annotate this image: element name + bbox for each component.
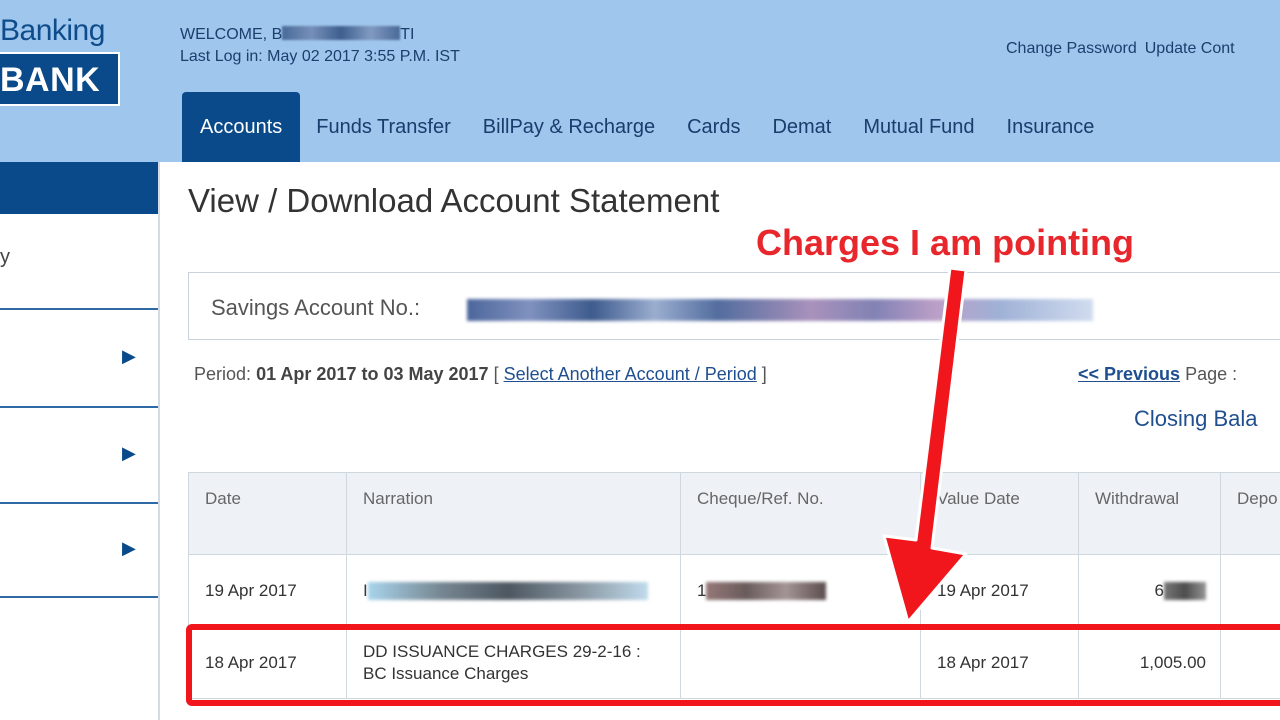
tab-billpay-recharge[interactable]: BillPay & Recharge [467, 92, 671, 162]
masked-account-number [467, 299, 1093, 321]
col-value-date: Value Date [920, 472, 1079, 555]
tab-demat[interactable]: Demat [756, 92, 847, 162]
cell-deposit [1220, 554, 1280, 627]
sidebar-divider [158, 162, 160, 720]
withdrawal-prefix: 6 [1154, 580, 1164, 600]
masked-cheque [706, 582, 827, 601]
highlight-box [186, 624, 1280, 706]
tab-funds-transfer[interactable]: Funds Transfer [300, 92, 467, 162]
cheque-prefix: 1 [697, 580, 707, 600]
welcome-block: WELCOME, B TI Last Log in: May 02 2017 3:… [180, 24, 460, 68]
table-header-row: Date Narration Cheque/Ref. No. Value Dat… [188, 472, 1280, 555]
page-label: Page : [1185, 364, 1238, 384]
period-value: 01 Apr 2017 to 03 May 2017 [256, 364, 489, 384]
period-line: Period: 01 Apr 2017 to 03 May 2017 [ Sel… [194, 364, 767, 385]
pagination: << Previous Page : [1078, 364, 1237, 385]
welcome-prefix: WELCOME, B [180, 26, 283, 43]
select-another-account-link[interactable]: Select Another Account / Period [504, 364, 757, 384]
top-links: Change Password Update Cont [1006, 40, 1243, 58]
col-cheque-ref: Cheque/Ref. No. [680, 472, 921, 555]
main-nav: Accounts Funds Transfer BillPay & Rechar… [182, 92, 1110, 162]
update-contact-link[interactable]: Update Cont [1145, 40, 1235, 57]
account-select-box[interactable]: Savings Account No.: [188, 272, 1280, 340]
masked-username [282, 26, 401, 40]
welcome-suffix: TI [400, 26, 415, 43]
tab-accounts[interactable]: Accounts [182, 92, 301, 162]
col-narration: Narration [346, 472, 681, 555]
account-label: Savings Account No.: [211, 295, 421, 320]
expand-arrow-icon[interactable]: ▶ [122, 443, 136, 464]
bracket-open: [ [493, 364, 499, 384]
masked-narration [367, 582, 648, 601]
cell-cheque: 1 [680, 554, 921, 627]
bracket-close: ] [761, 364, 767, 384]
last-login: Last Log in: May 02 2017 3:55 P.M. IST [180, 48, 460, 65]
sidebar-item[interactable] [0, 214, 158, 310]
col-withdrawal: Withdrawal [1078, 472, 1221, 555]
page-title: View / Download Account Statement [188, 182, 720, 219]
tab-cards[interactable]: Cards [671, 92, 756, 162]
annotation-label: Charges I am pointing [756, 222, 1135, 263]
cell-narration: I [346, 554, 681, 627]
welcome-line: WELCOME, B TI [180, 24, 460, 46]
expand-arrow-icon[interactable]: ▶ [122, 538, 136, 559]
closing-balance-label: Closing Bala [1134, 406, 1258, 431]
previous-page-link[interactable]: << Previous [1078, 364, 1180, 384]
bank-logo-text: BANK [0, 61, 101, 99]
table-row: 19 Apr 2017 I 1 19 Apr 2017 6 [188, 554, 1280, 627]
brand-name: Banking [0, 14, 105, 47]
masked-withdrawal [1164, 582, 1206, 601]
header-bar: Banking BANK WELCOME, B TI Last Log in: M… [0, 0, 1280, 162]
col-deposit: Depo [1220, 472, 1280, 555]
cell-withdrawal: 6 [1078, 554, 1221, 627]
tab-insurance[interactable]: Insurance [991, 92, 1111, 162]
sidebar-header [0, 162, 158, 214]
cell-date: 19 Apr 2017 [188, 554, 347, 627]
col-date: Date [188, 472, 347, 555]
tab-mutual-fund[interactable]: Mutual Fund [847, 92, 990, 162]
expand-arrow-icon[interactable]: ▶ [122, 346, 136, 367]
period-label: Period: [194, 364, 252, 384]
cell-value-date: 19 Apr 2017 [920, 554, 1079, 627]
change-password-link[interactable]: Change Password [1006, 40, 1137, 57]
bank-logo[interactable]: BANK [0, 52, 120, 106]
